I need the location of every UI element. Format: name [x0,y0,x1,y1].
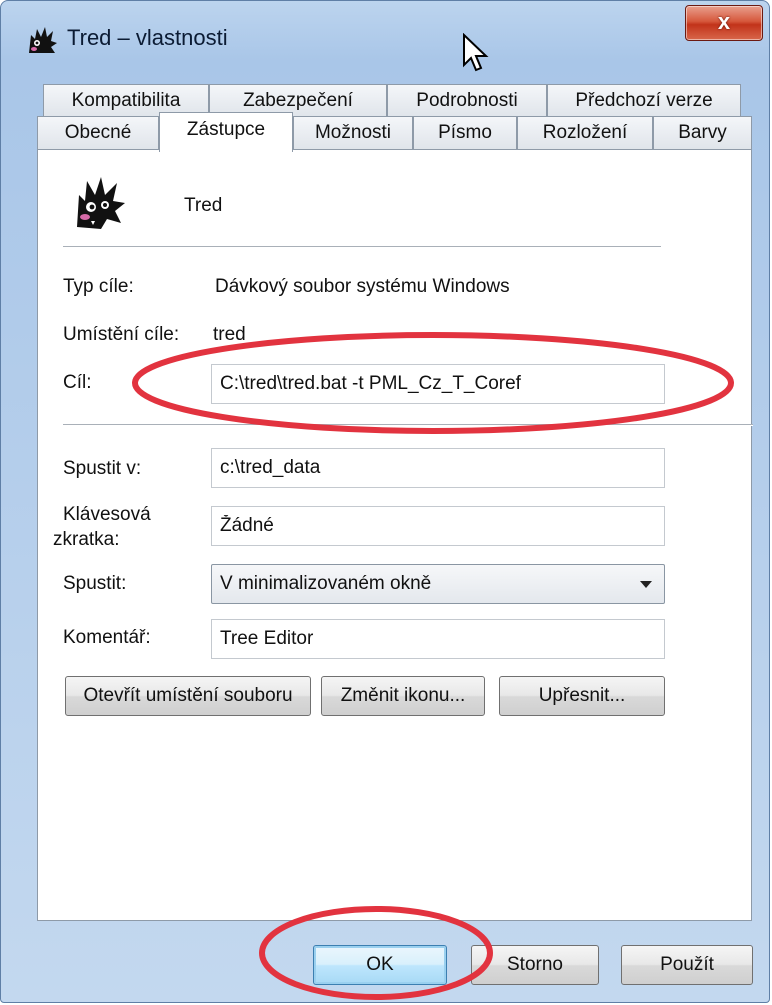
run-select[interactable]: V minimalizovaném okně [211,564,665,604]
ok-button[interactable]: OK [313,945,447,985]
tab-rozlozeni[interactable]: Rozložení [517,116,653,150]
separator [63,424,753,426]
run-label: Spustit: [63,573,127,594]
target-input[interactable] [211,364,665,404]
cancel-button[interactable]: Storno [471,945,599,985]
advanced-button[interactable]: Upřesnit... [499,676,665,716]
target-label: Cíl: [63,372,92,393]
chevron-down-icon [640,581,652,588]
window-title: Tred – vlastnosti [67,25,228,50]
start-in-input[interactable] [211,448,665,488]
open-file-location-button[interactable]: Otevřít umístění souboru [65,676,311,716]
tab-podrobnosti[interactable]: Podrobnosti [387,84,547,118]
target-type-label: Typ cíle: [63,276,134,297]
hotkey-input[interactable] [211,506,665,546]
shortcut-name: Tred [184,195,223,216]
comment-label: Komentář: [63,627,151,648]
hotkey-label-line1: Klávesová [63,504,151,525]
apply-button[interactable]: Použít [621,945,753,985]
target-location-value: tred [213,324,246,345]
tab-moznosti[interactable]: Možnosti [293,116,413,150]
target-location-label: Umístění cíle: [63,324,180,345]
cat-icon [29,27,57,53]
target-type-value: Dávkový soubor systému Windows [215,276,510,297]
mouse-cursor-icon [463,33,489,72]
tab-obecne[interactable]: Obecné [37,116,159,150]
separator [63,246,661,248]
tab-zastupce[interactable]: Zástupce [159,112,293,152]
close-icon: x [717,9,731,34]
cat-icon [77,177,125,229]
tab-barvy[interactable]: Barvy [653,116,752,150]
close-button[interactable]: x [685,5,763,41]
run-select-value: V minimalizovaném okně [220,573,432,594]
start-in-label: Spustit v: [63,458,142,479]
tab-pismo[interactable]: Písmo [413,116,517,150]
comment-input[interactable] [211,619,665,659]
properties-window: Tred – vlastnosti x Kompatibilita Zabezp… [0,0,770,1003]
change-icon-button[interactable]: Změnit ikonu... [321,676,485,716]
tab-predchozi-verze[interactable]: Předchozí verze [547,84,741,118]
hotkey-label-line2: zkratka: [53,529,120,550]
